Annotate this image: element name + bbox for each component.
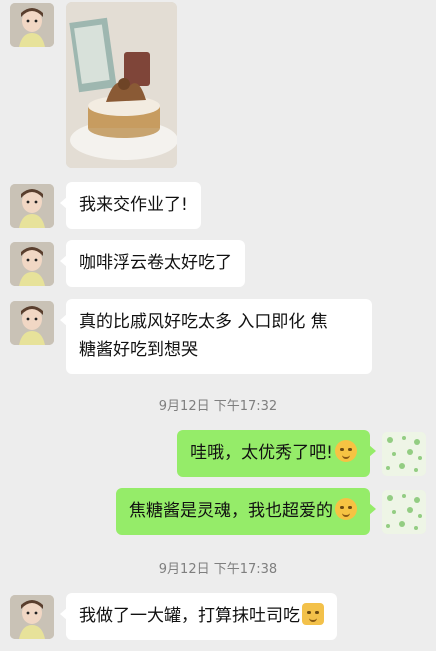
outgoing-message-bubble[interactable]: 哇哦，太优秀了吧! <box>177 430 376 477</box>
my-avatar[interactable] <box>382 432 426 476</box>
incoming-message-bubble[interactable]: 真的比戚风好吃太多 入口即化 焦 糖酱好吃到想哭 <box>60 299 372 374</box>
cake-photo[interactable] <box>66 2 177 168</box>
contact-avatar[interactable] <box>10 242 54 286</box>
message-text-line: 糖酱好吃到想哭 <box>79 340 198 360</box>
timestamp: 9月12日 下午17:32 <box>158 399 278 414</box>
message-text: 我来交作业了! <box>79 195 188 215</box>
contact-avatar[interactable] <box>10 3 54 47</box>
incoming-message-bubble[interactable]: 我来交作业了! <box>60 182 201 229</box>
outgoing-message-bubble[interactable]: 焦糖酱是灵魂，我也超爱的 <box>116 488 376 535</box>
smirk-emoji-icon <box>335 440 357 462</box>
contact-avatar[interactable] <box>10 184 54 228</box>
message-text: 哇哦，太优秀了吧! <box>190 443 333 463</box>
incoming-message-bubble[interactable]: 咖啡浮云卷太好吃了 <box>60 240 245 287</box>
blush-emoji-icon <box>335 498 357 520</box>
message-text-line: 真的比戚风好吃太多 入口即化 焦 <box>79 312 328 332</box>
message-text: 咖啡浮云卷太好吃了 <box>79 253 232 273</box>
message-text: 焦糖酱是灵魂，我也超爱的 <box>129 501 333 521</box>
my-avatar[interactable] <box>382 490 426 534</box>
cat-emoji-icon <box>302 603 324 625</box>
contact-avatar[interactable] <box>10 595 54 639</box>
incoming-message-bubble[interactable]: 我做了一大罐，打算抹吐司吃 <box>60 593 337 640</box>
message-text: 我做了一大罐，打算抹吐司吃 <box>79 606 300 626</box>
timestamp: 9月12日 下午17:38 <box>158 562 278 577</box>
contact-avatar[interactable] <box>10 301 54 345</box>
